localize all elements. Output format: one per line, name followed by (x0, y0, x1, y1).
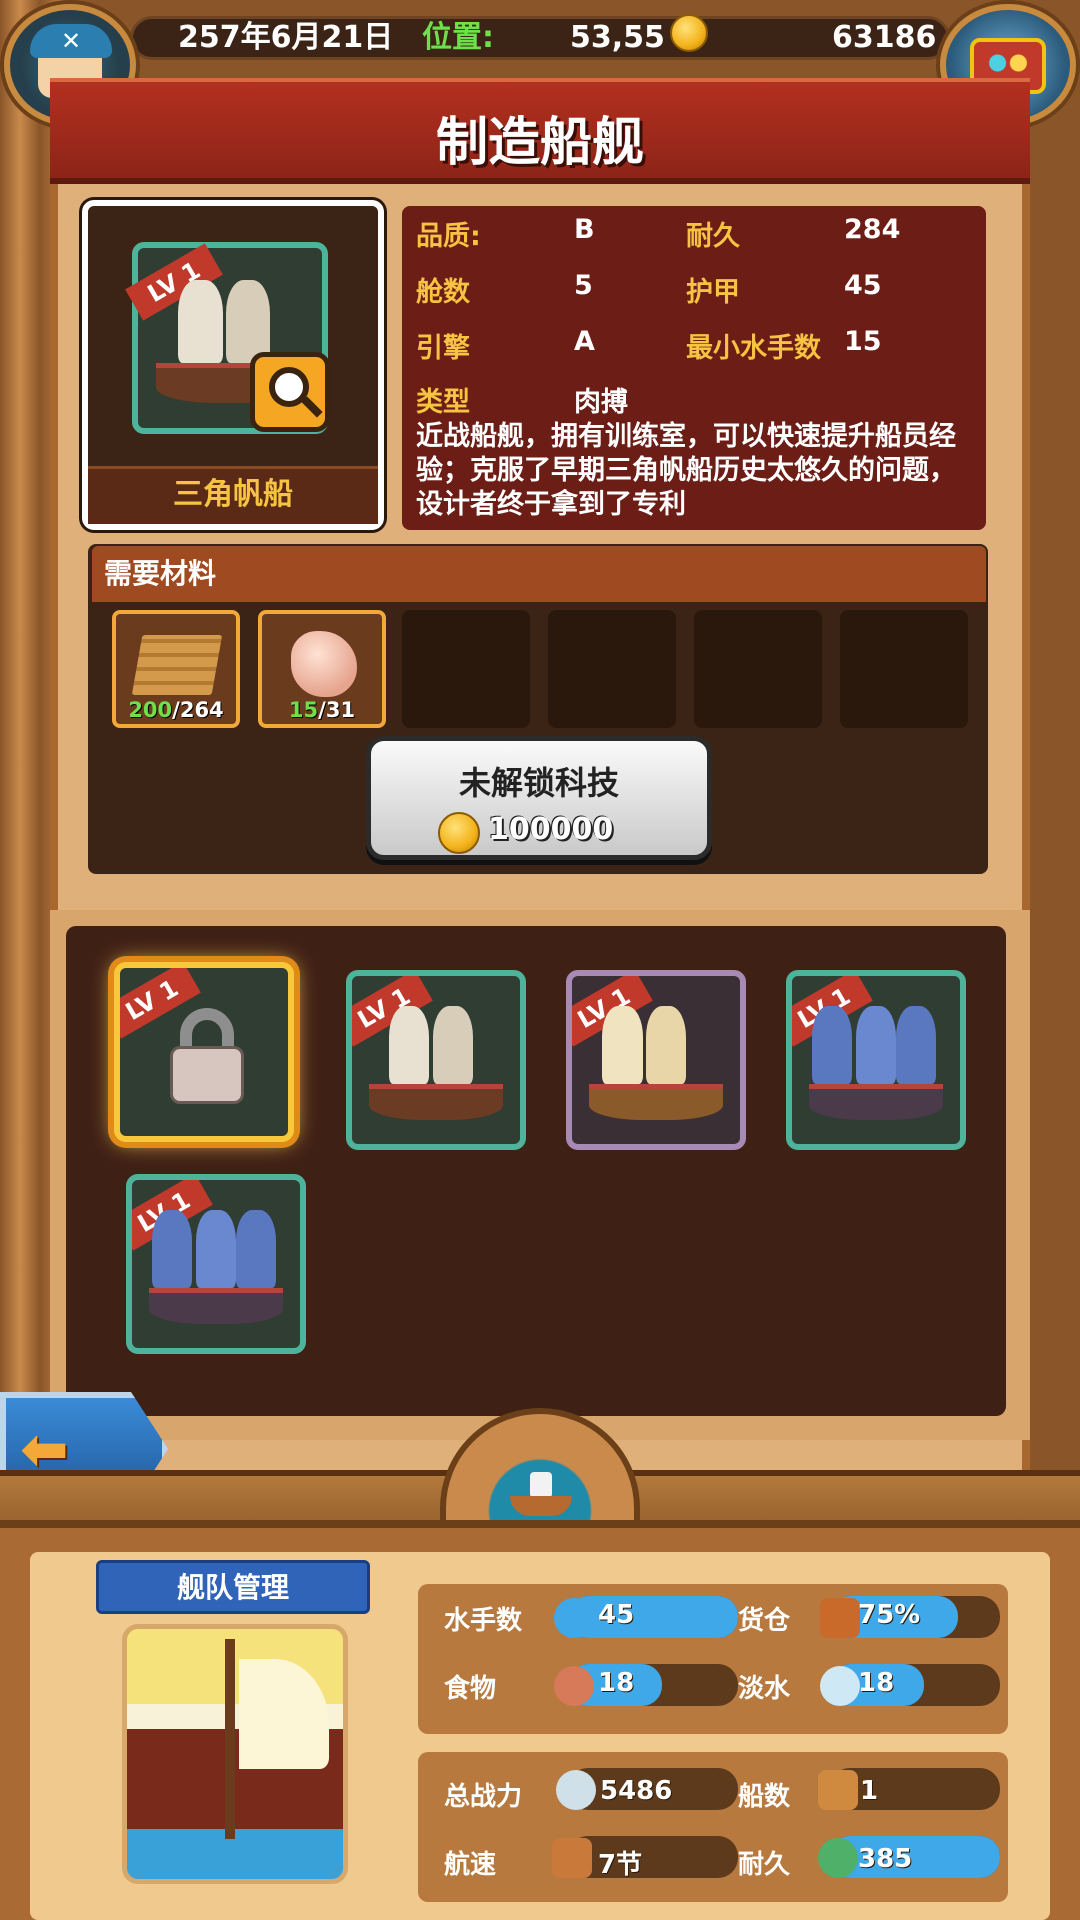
sailors-label: 水手数 (444, 1606, 523, 1636)
game-date: 257年6月21日 (178, 20, 394, 55)
ship-card-locked[interactable]: LV 1 (114, 962, 294, 1142)
durability-label: 耐久 (686, 221, 740, 252)
sailor-icon (554, 1598, 594, 1638)
repair-icon (818, 1838, 858, 1878)
gold-coin-icon (670, 14, 708, 52)
speed-value: 7节 (598, 1850, 643, 1880)
material-count: 15/31 (288, 698, 356, 722)
engine-value: A (574, 326, 595, 357)
armor-label: 护甲 (686, 277, 740, 308)
type-value: 肉搏 (574, 387, 628, 418)
fleet-title: 舰队管理 (176, 1571, 289, 1604)
cabins-value: 5 (574, 270, 593, 301)
min-sailors-label: 最小水手数 (686, 333, 821, 364)
type-label: 类型 (416, 387, 470, 418)
ship-icon (818, 1770, 858, 1810)
water-label: 淡水 (738, 1674, 791, 1704)
magnifier-icon[interactable] (250, 352, 330, 432)
materials-title: 需要材料 (104, 557, 217, 590)
material-slot-wood[interactable]: 200/264 (112, 610, 240, 728)
armor-value: 45 (844, 270, 882, 301)
sailors-value: 45 (598, 1600, 635, 1630)
ship-count-value: 1 (860, 1776, 879, 1806)
ship-card[interactable]: LV 1 (786, 970, 966, 1150)
ship-emblem-icon (506, 1472, 576, 1518)
cabins-label: 舱数 (416, 277, 470, 308)
ship-count-label: 船数 (738, 1782, 791, 1812)
quality-value: B (574, 214, 595, 245)
ship-icon (792, 976, 960, 1144)
material-slot-stone[interactable]: 15/31 (258, 610, 386, 728)
stone-icon (288, 628, 360, 700)
crate-icon (820, 1598, 860, 1638)
ship-icon (352, 976, 520, 1144)
materials-header (92, 546, 986, 602)
ship-icon (572, 976, 740, 1144)
min-sailors-value: 15 (844, 326, 882, 357)
cargo-label: 货仓 (738, 1606, 791, 1636)
speed-label: 航速 (444, 1850, 497, 1880)
ship-card[interactable]: LV 1 (346, 970, 526, 1150)
gold-amount: 63186 (832, 20, 937, 55)
crossed-swords-icon (556, 1770, 596, 1810)
water-value: 18 (858, 1668, 895, 1698)
gold-coin-icon (438, 812, 480, 854)
ship-card[interactable]: LV 1 (566, 970, 746, 1150)
engine-label: 引擎 (416, 333, 470, 364)
material-count: 200/264 (128, 698, 224, 722)
material-slot-empty (402, 610, 530, 728)
unlock-cost: 100000 (488, 812, 614, 847)
food-label: 食物 (444, 1674, 497, 1704)
material-slot-empty (694, 610, 822, 728)
durability-value: 284 (844, 214, 901, 245)
ship-icon (132, 1180, 300, 1348)
food-value: 18 (598, 1668, 635, 1698)
fleet-durability-value: 385 (858, 1844, 913, 1874)
fleet-durability-label: 耐久 (738, 1850, 791, 1880)
material-slot-empty (548, 610, 676, 728)
meat-icon (554, 1666, 594, 1706)
unlock-label: 未解锁科技 (458, 764, 619, 802)
location-value: 53,55 (570, 20, 665, 55)
power-value: 5486 (600, 1776, 673, 1806)
wood-icon (128, 632, 226, 698)
power-label: 总战力 (444, 1782, 523, 1812)
ship-name: 三角帆船 (173, 477, 293, 512)
fleet-ship-image[interactable] (122, 1624, 348, 1884)
quality-label: 品质: (416, 221, 481, 252)
location-label: 位置: (422, 20, 494, 55)
lock-icon (170, 1008, 244, 1104)
speed-bar (568, 1836, 738, 1878)
water-jug-icon (820, 1666, 860, 1706)
ship-description: 近战船舰，拥有训练室，可以快速提升船员经验；克服了早期三角帆船历史太悠久的问题，… (416, 421, 956, 520)
page-title: 制造船舰 (435, 113, 644, 173)
ship-card[interactable]: LV 1 (126, 1174, 306, 1354)
material-slot-empty (840, 610, 968, 728)
sailboat-icon (552, 1838, 592, 1878)
cargo-value: 75% (858, 1600, 921, 1630)
